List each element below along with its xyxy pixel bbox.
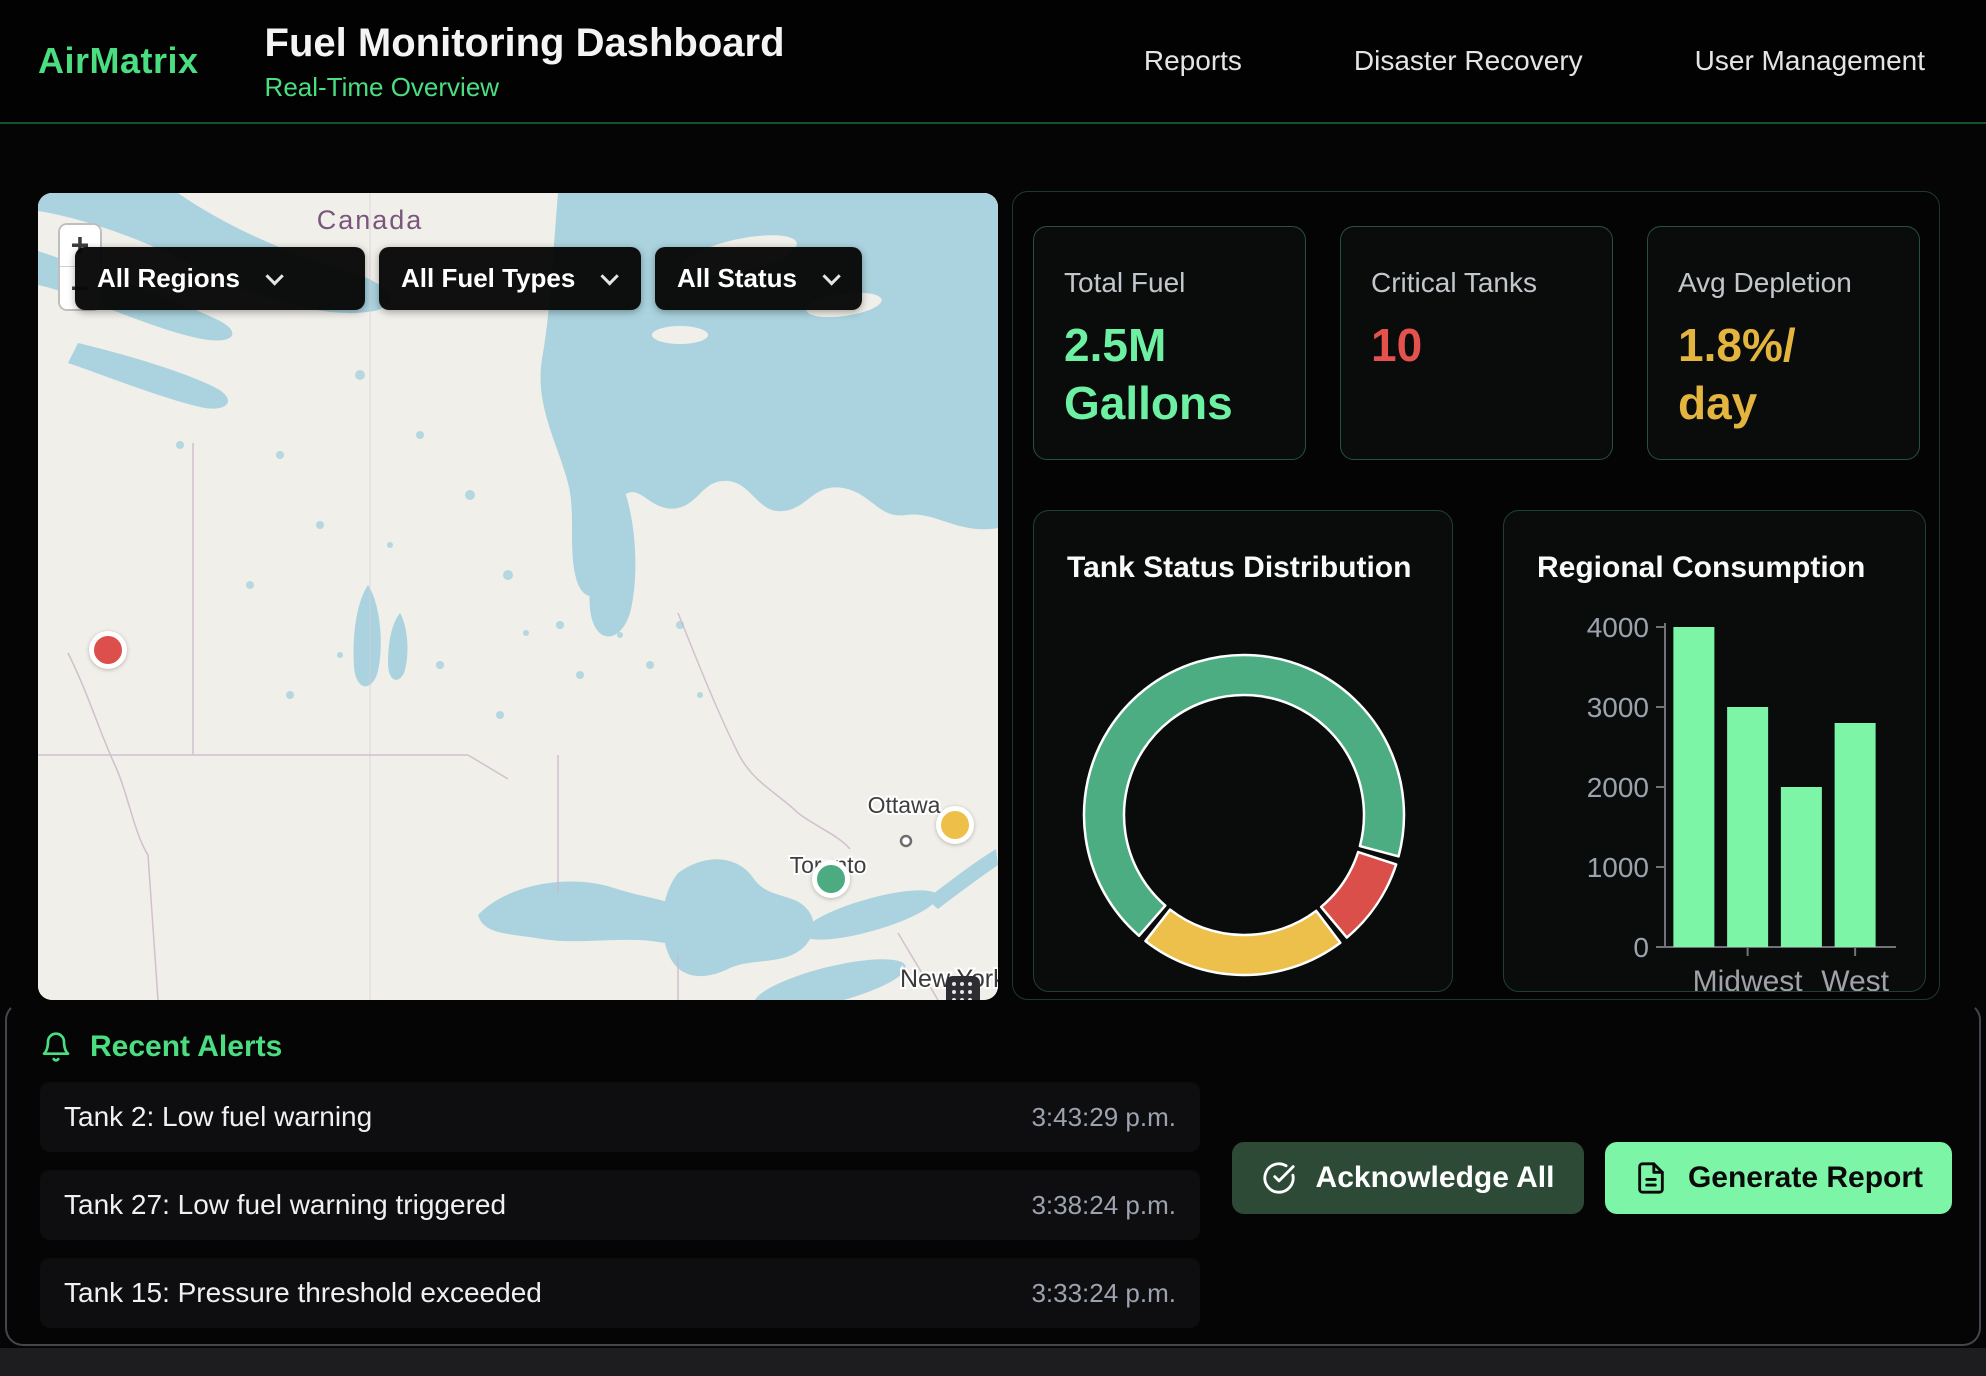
donut-segment-critical <box>1321 852 1396 937</box>
region-filter-label: All Regions <box>97 263 240 294</box>
alert-row[interactable]: Tank 27: Low fuel warning triggered 3:38… <box>40 1170 1200 1240</box>
regional-consumption-card: 0 1000 2000 3000 4000 Midwest West Regional Co… <box>1503 510 1926 992</box>
stat-card-total-fuel: Total Fuel 2.5M Gallons <box>1033 226 1306 460</box>
alert-timestamp: 3:43:29 p.m. <box>1031 1102 1176 1133</box>
map-label-ottawa: Ottawa <box>868 792 941 818</box>
alert-message: Tank 27: Low fuel warning triggered <box>64 1189 506 1221</box>
alerts-header: Recent Alerts <box>40 1030 282 1064</box>
stat-value: 10 <box>1371 317 1582 375</box>
donut-segment-warning <box>1145 910 1340 975</box>
stat-label: Avg Depletion <box>1678 267 1889 299</box>
main-nav: Reports Disaster Recovery User Managemen… <box>1144 45 1986 77</box>
nav-disaster-recovery[interactable]: Disaster Recovery <box>1354 45 1583 77</box>
map-town-dot-ottawa <box>901 836 911 846</box>
status-filter-dropdown[interactable]: All Status <box>655 247 862 310</box>
footer-strip <box>0 1348 1986 1376</box>
x-tick-label: West <box>1821 965 1889 991</box>
region-filter-dropdown[interactable]: All Regions <box>75 247 365 310</box>
nav-user-management[interactable]: User Management <box>1695 45 1925 77</box>
alert-timestamp: 3:33:24 p.m. <box>1031 1278 1176 1309</box>
map-attribution-button[interactable] <box>946 976 980 1000</box>
map-filter-bar: All Regions All Fuel Types All Status <box>75 247 862 310</box>
stat-label: Total Fuel <box>1064 267 1275 299</box>
recent-alerts-panel: Recent Alerts Tank 2: Low fuel warning 3… <box>5 1002 1981 1346</box>
alerts-actions: Acknowledge All Generate Report <box>1232 1142 1952 1214</box>
alerts-list: Tank 2: Low fuel warning 3:43:29 p.m. Ta… <box>40 1082 1200 1346</box>
stat-value: 1.8%/ day <box>1678 317 1889 432</box>
alerts-heading: Recent Alerts <box>90 1030 282 1064</box>
y-tick-label: 4000 <box>1587 612 1649 643</box>
acknowledge-all-button[interactable]: Acknowledge All <box>1232 1142 1584 1214</box>
chevron-down-icon <box>822 267 840 285</box>
stat-value: 2.5M Gallons <box>1064 317 1275 432</box>
brand-logo: AirMatrix <box>38 40 199 82</box>
grid-dots-icon <box>952 982 974 1000</box>
tank-status-card: Tank Status Distribution <box>1033 510 1453 992</box>
y-tick-label: 2000 <box>1587 772 1649 803</box>
metrics-panel: Total Fuel 2.5M Gallons Critical Tanks 1… <box>1012 191 1940 1000</box>
nav-reports[interactable]: Reports <box>1144 45 1242 77</box>
bar-2 <box>1781 787 1822 947</box>
fuel-type-filter-label: All Fuel Types <box>401 263 575 294</box>
charts-row: Tank Status Distribution 0 1000 2000 3000 40… <box>1033 510 1926 992</box>
y-tick-label: 1000 <box>1587 852 1649 883</box>
bar-0 <box>1673 627 1714 947</box>
alert-message: Tank 2: Low fuel warning <box>64 1101 372 1133</box>
page-title: Fuel Monitoring Dashboard <box>265 20 785 66</box>
generate-report-button[interactable]: Generate Report <box>1605 1142 1952 1214</box>
chart-title: Tank Status Distribution <box>1067 551 1411 585</box>
map-label-canada: Canada <box>317 205 424 235</box>
alert-message: Tank 15: Pressure threshold exceeded <box>64 1277 542 1309</box>
y-tick-label: 3000 <box>1587 692 1649 723</box>
fuel-map[interactable]: Canada Ottawa Toronto New York + − All R… <box>38 193 998 1000</box>
stat-label: Critical Tanks <box>1371 267 1582 299</box>
bar-3 <box>1835 723 1876 947</box>
generate-report-label: Generate Report <box>1688 1161 1923 1195</box>
stats-row: Total Fuel 2.5M Gallons Critical Tanks 1… <box>1033 226 1920 460</box>
status-filter-label: All Status <box>677 263 797 294</box>
chevron-down-icon <box>601 267 619 285</box>
stat-card-avg-depletion: Avg Depletion 1.8%/ day <box>1647 226 1920 460</box>
x-tick-label: Midwest <box>1693 965 1804 991</box>
y-tick-label: 0 <box>1633 932 1649 963</box>
chart-title: Regional Consumption <box>1537 551 1865 585</box>
tank-marker-warning[interactable] <box>936 806 974 844</box>
file-text-icon <box>1634 1161 1668 1195</box>
acknowledge-all-label: Acknowledge All <box>1316 1161 1555 1195</box>
check-circle-icon <box>1262 1161 1296 1195</box>
app-header: AirMatrix Fuel Monitoring Dashboard Real… <box>0 0 1986 124</box>
page-subtitle: Real-Time Overview <box>265 72 785 103</box>
alert-row[interactable]: Tank 15: Pressure threshold exceeded 3:3… <box>40 1258 1200 1328</box>
bell-icon <box>40 1031 72 1063</box>
tank-marker-normal[interactable] <box>812 860 850 898</box>
tank-marker-critical[interactable] <box>89 631 127 669</box>
chevron-down-icon <box>265 267 283 285</box>
dashboard-root: AirMatrix Fuel Monitoring Dashboard Real… <box>0 0 1986 1376</box>
title-block: Fuel Monitoring Dashboard Real-Time Over… <box>265 20 785 103</box>
alert-row[interactable]: Tank 2: Low fuel warning 3:43:29 p.m. <box>40 1082 1200 1152</box>
map-canvas: Canada Ottawa Toronto New York <box>38 193 998 1000</box>
alert-timestamp: 3:38:24 p.m. <box>1031 1190 1176 1221</box>
fuel-type-filter-dropdown[interactable]: All Fuel Types <box>379 247 641 310</box>
stat-card-critical-tanks: Critical Tanks 10 <box>1340 226 1613 460</box>
bar-1 <box>1727 707 1768 947</box>
